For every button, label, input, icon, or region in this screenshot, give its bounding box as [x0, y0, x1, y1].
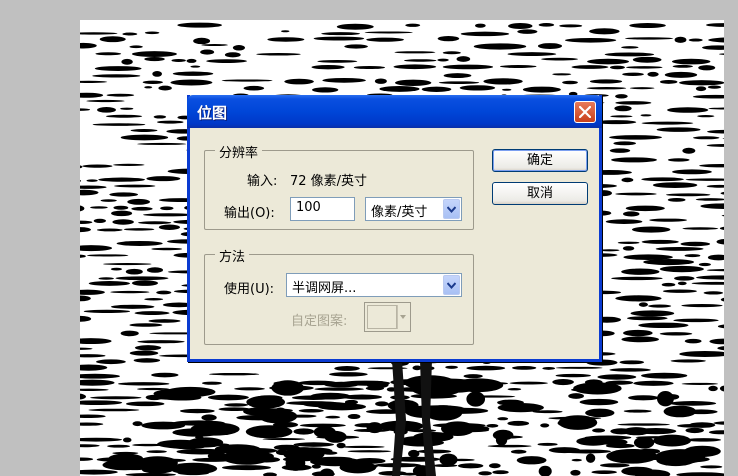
dialog-titlebar[interactable]: 位图	[187, 95, 602, 128]
resolution-legend: 分辨率	[215, 142, 263, 161]
close-button[interactable]	[574, 101, 596, 123]
method-value: 半调网屏...	[292, 281, 357, 296]
custom-pattern-swatch	[367, 305, 397, 329]
output-resolution-input[interactable]: 100	[290, 197, 355, 221]
input-resolution-value: 72 像素/英寸	[290, 174, 368, 189]
method-group: 方法	[204, 246, 474, 345]
chevron-down-icon	[447, 282, 456, 289]
triangle-down-icon	[400, 315, 406, 319]
method-legend: 方法	[215, 246, 250, 265]
close-icon	[579, 106, 591, 118]
output-unit-dropdown-button[interactable]	[443, 199, 460, 219]
bitmap-dialog: 位图 分辨率 输入: 72 像素/英寸 输出(O): 100 像素/英寸 方法 …	[187, 95, 602, 362]
cancel-button[interactable]: 取消	[492, 182, 588, 205]
custom-pattern-label: 自定图案:	[291, 314, 348, 329]
output-unit-value: 像素/英寸	[371, 205, 428, 220]
output-unit-select[interactable]: 像素/英寸	[365, 197, 462, 221]
chevron-down-icon	[447, 206, 456, 213]
dialog-title: 位图	[197, 104, 228, 122]
output-label: 输出(O):	[224, 206, 275, 221]
method-select[interactable]: 半调网屏...	[286, 273, 462, 297]
use-label: 使用(U):	[224, 282, 275, 297]
custom-pattern-picker	[364, 302, 411, 332]
ok-button[interactable]: 确定	[492, 149, 588, 172]
custom-pattern-dropdown	[397, 305, 408, 329]
input-label: 输入:	[247, 174, 278, 189]
method-dropdown-button[interactable]	[443, 275, 460, 295]
